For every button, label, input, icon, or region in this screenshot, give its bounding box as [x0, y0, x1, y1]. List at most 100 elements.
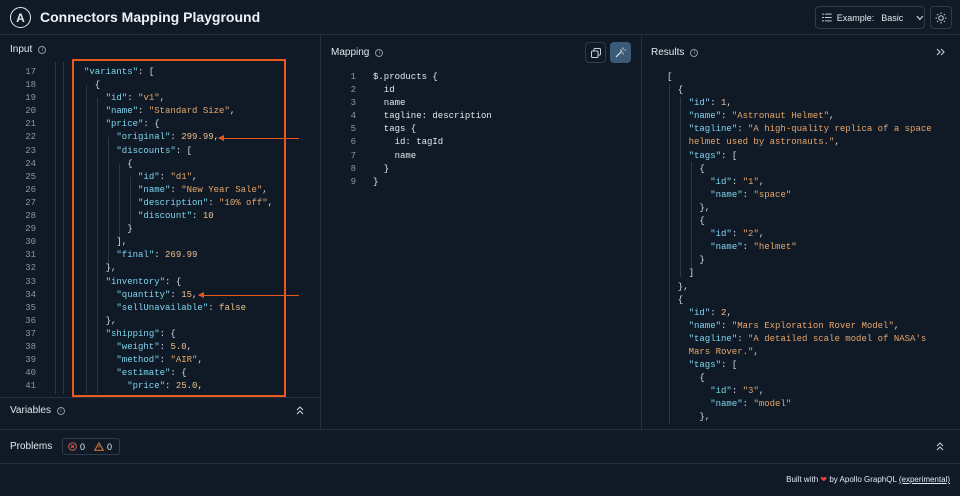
results-panel-title: Results i [651, 47, 699, 58]
variables-section[interactable]: Variables i [10, 405, 65, 416]
divider [641, 36, 642, 429]
info-icon[interactable]: i [56, 406, 65, 415]
divider [0, 463, 960, 464]
code-line: tagline: description [373, 111, 492, 122]
line-number: 40 [25, 368, 36, 379]
error-icon [68, 442, 77, 451]
line-number: 19 [25, 93, 36, 104]
line-number: 32 [25, 263, 36, 274]
line-number: 36 [25, 315, 36, 326]
code-line: helmet used by astronauts.", [667, 137, 840, 148]
code-line: [ [667, 72, 673, 82]
code-line: { [667, 294, 684, 305]
code-line: "tags": [ [688, 150, 738, 161]
code-line: "id": "3", [710, 386, 765, 397]
arrow-indicator [198, 292, 299, 298]
line-number: 8 [350, 163, 356, 174]
code-line: } [373, 176, 379, 187]
info-icon[interactable]: i [690, 48, 699, 57]
code-line: id [373, 85, 395, 96]
code-line: "id": "1", [710, 176, 765, 187]
code-line: { [667, 85, 684, 96]
results-viewer: [ { "id": 1, "name": "Astronaut Helmet",… [667, 71, 932, 425]
mapping-editor[interactable]: $.products { id name tagline: descriptio… [373, 71, 492, 189]
warning-icon [94, 442, 105, 451]
mapping-line-numbers: 1 2 3 4 5 6 7 8 9 [340, 71, 356, 189]
heart-icon: ❤ [820, 475, 828, 484]
magic-wand-icon [615, 47, 626, 58]
footer-credits: Built with ❤ by Apollo GraphQL (experime… [786, 475, 950, 484]
app-title: Connectors Mapping Playground [40, 9, 261, 25]
chevrons-right-icon[interactable] [936, 48, 945, 56]
example-select[interactable]: Example: Basic [815, 6, 925, 29]
code-line: name [373, 150, 417, 161]
chevrons-up-icon[interactable] [296, 406, 304, 415]
input-line-numbers: 17 18 19 20 21 22 23 24 25 26 27 28 29 30 31 32 33 34 35 36… [14, 66, 36, 393]
line-number: 38 [25, 341, 36, 352]
code-line: } [373, 163, 390, 174]
example-value: Basic [881, 12, 904, 23]
problems-badge[interactable]: 0 0 [62, 438, 120, 455]
experimental-link[interactable]: (experimental) [899, 475, 950, 484]
code-line: "name": "Astronaut Helmet", [688, 111, 835, 122]
arrow-indicator [218, 135, 299, 141]
line-number: 24 [25, 158, 36, 169]
mapping-panel-title: Mapping i [331, 47, 384, 58]
line-number: 4 [350, 111, 356, 122]
list-icon [822, 13, 832, 22]
line-number: 28 [25, 211, 36, 222]
code-line: "id": 1, [688, 98, 732, 109]
line-number: 35 [25, 302, 36, 313]
line-number: 30 [25, 237, 36, 248]
line-number: 18 [25, 80, 36, 91]
code-line: name [373, 98, 406, 109]
info-icon[interactable]: i [38, 45, 47, 54]
top-bar: A Connectors Mapping Playground Example:… [0, 0, 960, 35]
code-line: "name": "helmet" [710, 242, 797, 253]
line-number: 33 [25, 276, 36, 287]
line-number: 17 [25, 67, 36, 77]
example-label: Example: [836, 12, 875, 23]
code-line: id: tagId [373, 137, 444, 148]
code-line: "tags": [ [688, 360, 738, 371]
copy-icon [590, 47, 601, 58]
code-line: { [667, 216, 705, 227]
code-line: tags { [373, 124, 417, 135]
code-line: "tagline": "A detailed scale model of NA… [688, 333, 927, 344]
divider [320, 36, 321, 429]
code-line: "name": "model" [710, 399, 792, 410]
line-number: 22 [25, 132, 36, 143]
code-line: { [667, 373, 705, 384]
code-line: } [667, 255, 705, 266]
line-number: 27 [25, 197, 36, 208]
info-icon[interactable]: i [375, 48, 384, 57]
code-line: }, [667, 202, 711, 213]
chevrons-up-icon[interactable] [936, 442, 944, 451]
copy-button[interactable] [585, 42, 606, 63]
code-line: { [667, 163, 705, 174]
line-number: 25 [25, 171, 36, 182]
code-line: "id": 2, [688, 307, 732, 318]
line-number: 5 [350, 124, 356, 135]
code-line: "id": "2", [710, 229, 765, 240]
line-number: 34 [25, 289, 36, 300]
line-number: 6 [350, 137, 356, 148]
line-number: 20 [25, 106, 36, 117]
code-line: $.products { [373, 72, 438, 82]
code-line: }, [667, 281, 689, 292]
highlight-box [72, 59, 286, 397]
line-number: 9 [350, 176, 356, 187]
line-number: 23 [25, 145, 36, 156]
theme-toggle-button[interactable] [930, 6, 952, 29]
line-number: 39 [25, 355, 36, 366]
line-number: 29 [25, 224, 36, 235]
code-line: }, [667, 412, 711, 423]
sun-icon [935, 12, 947, 23]
chevron-down-icon [916, 15, 924, 20]
divider [0, 397, 320, 398]
problems-section[interactable]: Problems [10, 441, 52, 452]
line-number: 37 [25, 328, 36, 339]
format-button[interactable] [610, 42, 631, 63]
line-number: 1 [350, 72, 356, 82]
apollo-logo-icon: A [10, 7, 31, 28]
